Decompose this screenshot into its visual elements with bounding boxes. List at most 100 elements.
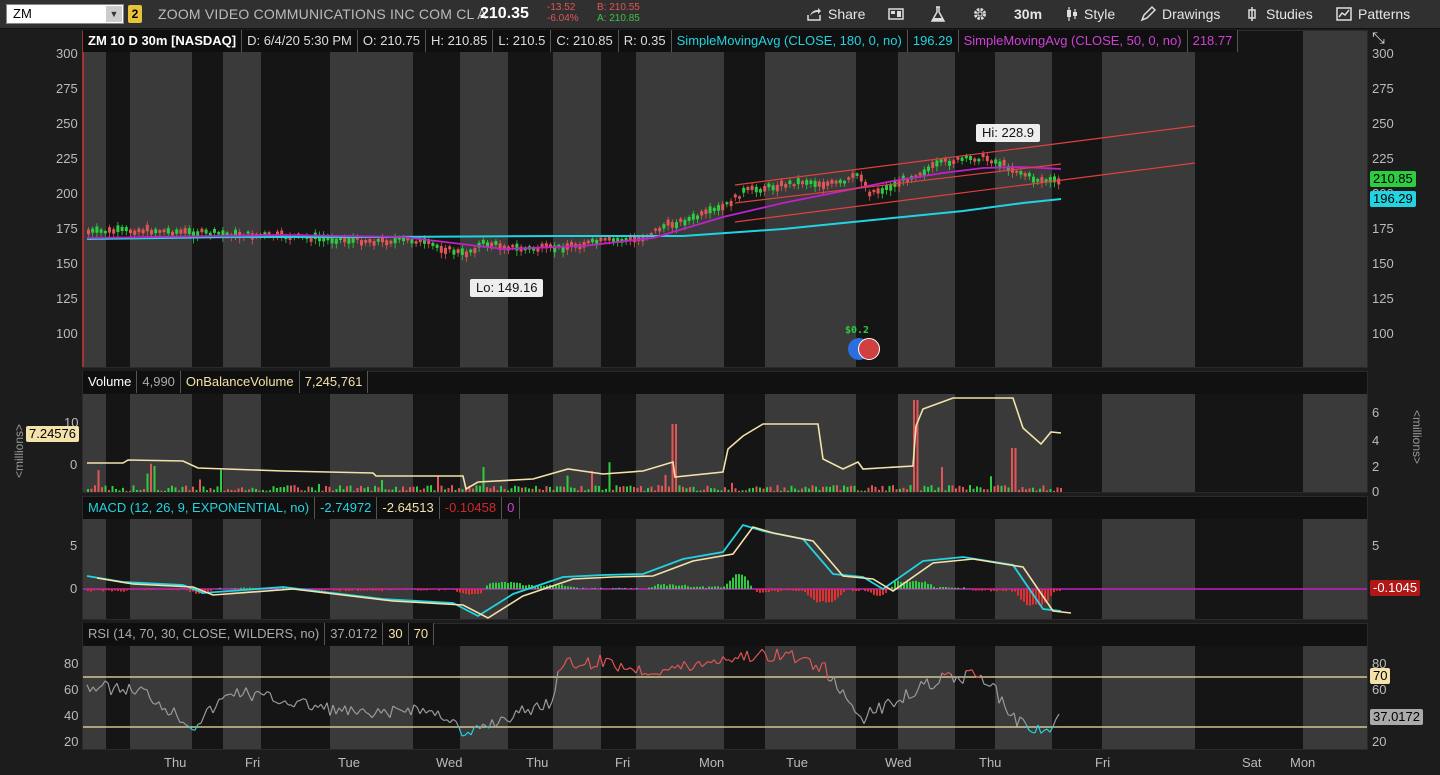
volume-chart[interactable] — [83, 394, 1367, 492]
candle — [939, 159, 943, 163]
candle — [990, 160, 993, 164]
rsi-axis-label-right: 20 — [1372, 734, 1387, 749]
volume-bar — [111, 485, 114, 492]
macd-axis-label: 5 — [70, 538, 78, 553]
macd-histogram-bar — [879, 589, 881, 596]
candle — [817, 181, 821, 187]
studies-button[interactable]: Studies — [1244, 5, 1313, 23]
volume-bar — [220, 469, 222, 492]
link-group-badge[interactable]: 2 — [128, 5, 142, 23]
volume-bar — [738, 490, 740, 492]
session-band — [413, 646, 460, 749]
volume-bar — [346, 486, 348, 492]
symbol-input[interactable]: ZM ▼ — [6, 4, 124, 24]
macd-histogram-bar — [999, 589, 1001, 591]
settings-button[interactable] — [972, 5, 994, 23]
volume-bar — [654, 490, 656, 492]
volume-bar — [1039, 488, 1041, 492]
drawings-button[interactable]: Drawings — [1140, 5, 1220, 23]
volume-bar — [895, 489, 898, 492]
candle — [973, 158, 977, 162]
sma50-label[interactable]: SimpleMovingAvg (CLOSE, 50, 0, no) — [958, 30, 1188, 52]
macd-histogram-bar — [393, 589, 395, 590]
macd-histogram-bar — [735, 574, 737, 589]
macd-histogram-bar — [1011, 589, 1013, 592]
macd-histogram-bar — [444, 589, 446, 591]
candle — [679, 218, 683, 223]
macd-histogram-bar — [873, 589, 875, 595]
volume-bar — [629, 485, 632, 492]
candle — [334, 238, 338, 244]
macd-histogram-bar — [843, 589, 845, 593]
obv-axis-label: 4 — [1372, 433, 1380, 448]
volume-bar — [314, 490, 317, 492]
price-axis-label: 225 — [56, 151, 78, 166]
rsi-chart[interactable] — [83, 646, 1367, 749]
volume-bar — [223, 490, 226, 492]
session-band — [192, 394, 223, 492]
chevron-down-icon[interactable]: ▼ — [106, 6, 122, 22]
price-axis-label: 150 — [56, 256, 78, 271]
macd-histogram-bar — [738, 574, 740, 589]
candle — [733, 194, 737, 198]
volume-bar — [230, 489, 233, 492]
timeframe-selector[interactable]: 30m — [1014, 5, 1042, 23]
candle — [452, 249, 456, 255]
patterns-button[interactable]: Patterns — [1336, 5, 1410, 23]
volume-bar — [580, 485, 583, 492]
macd-histogram-bar — [381, 589, 383, 592]
volume-bar — [426, 485, 429, 492]
candle — [1023, 173, 1027, 177]
volume-bar — [482, 466, 485, 492]
chart-title[interactable]: ZM 10 D 30m [NASDAQ] — [83, 30, 243, 52]
share-button[interactable]: Share — [806, 5, 865, 23]
candle — [977, 158, 981, 162]
macd-histogram-bar — [648, 587, 650, 589]
studies-lab-button[interactable] — [930, 5, 952, 23]
macd-histogram-bar — [948, 587, 950, 589]
macd-histogram-bar — [615, 588, 617, 589]
volume-bar — [216, 486, 219, 492]
volume-bar — [643, 490, 646, 492]
session-band — [1195, 646, 1303, 749]
candle — [759, 189, 762, 193]
time-axis-label: Thu — [526, 755, 549, 770]
volume-bar — [87, 489, 89, 492]
candle — [683, 219, 687, 226]
volume-label[interactable]: Volume — [83, 371, 138, 393]
candle — [385, 240, 389, 246]
volume-bar — [269, 490, 271, 492]
volume-bar — [458, 488, 460, 492]
volume-bar — [664, 474, 667, 492]
flexible-grid-button[interactable] — [888, 5, 910, 23]
volume-bar — [493, 486, 495, 492]
dividend-label: $0.2 — [845, 325, 870, 336]
session-band — [856, 646, 898, 749]
volume-bar — [976, 486, 978, 492]
volume-bar — [881, 485, 884, 492]
macd-label[interactable]: MACD (12, 26, 9, EXPONENTIAL, no) — [83, 497, 316, 519]
sma180-label[interactable]: SimpleMovingAvg (CLOSE, 180, 0, no) — [671, 30, 908, 52]
macd-histogram-bar — [102, 589, 104, 592]
volume-bar — [794, 488, 796, 492]
macd-histogram-bar — [1017, 589, 1019, 596]
volume-bar — [199, 479, 201, 492]
macd-histogram-bar — [681, 585, 683, 589]
candle — [725, 202, 729, 205]
style-button[interactable]: Style — [1064, 5, 1115, 23]
event-icon[interactable] — [858, 338, 880, 360]
candle — [141, 229, 145, 234]
macd-chart[interactable] — [83, 519, 1367, 619]
volume-bar — [97, 470, 100, 492]
volume-bar — [517, 486, 520, 492]
volume-bar — [227, 489, 229, 492]
macd-histogram-bar — [840, 589, 842, 596]
rsi-label[interactable]: RSI (14, 70, 30, CLOSE, WILDERS, no) — [83, 623, 326, 645]
candle — [746, 186, 750, 191]
candle — [813, 180, 817, 187]
obv-label[interactable]: OnBalanceVolume — [180, 371, 300, 393]
price-chart[interactable] — [82, 31, 1367, 367]
candle — [998, 161, 1002, 168]
candle — [225, 232, 229, 236]
macd-histogram-bar — [240, 587, 242, 589]
